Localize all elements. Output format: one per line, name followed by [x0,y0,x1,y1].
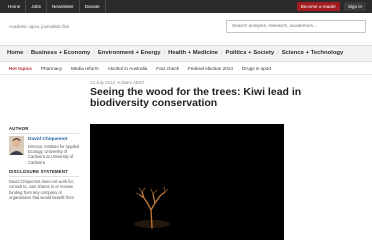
main-nav-health-medicine[interactable]: Health + Medicine [165,46,221,61]
site-tagline: Academic rigour, journalistic flair [9,24,70,29]
top-nav-jobs[interactable]: Jobs [26,0,47,13]
account-actions: Become a reader Sign in [296,2,366,11]
author-name-link[interactable]: David Chiquemot [28,137,67,142]
hot-topics-bar: Hot topics Pharmacy Media reform Alcohol… [0,62,372,75]
tree-night-image [90,124,284,240]
main-nav-science-technology[interactable]: Science + Technology [279,46,347,61]
hot-topic-pharmacy[interactable]: Pharmacy [41,62,62,74]
become-reader-button[interactable]: Become a reader [296,2,340,11]
main-nav-environment-energy[interactable]: Environment + Energy [95,46,164,61]
top-nav-donate[interactable]: Donate [80,0,106,13]
hot-topic-media-reform[interactable]: Media reform [71,62,99,74]
hot-topic-fact-check[interactable]: Fact check [156,62,179,74]
sign-in-button[interactable]: Sign in [343,2,366,11]
search-input[interactable] [226,20,366,33]
hot-topics-label: Hot topics [9,66,32,71]
author-avatar[interactable] [9,136,24,155]
top-bar: Home Jobs Newsletter Donate Become a rea… [0,0,372,13]
main-nav-home[interactable]: Home [4,46,26,61]
article-dateline: 13 July 2012, 6.25am AEST [90,80,145,85]
article-photo [90,124,284,240]
hot-topic-alcohol[interactable]: Alcohol in Australia [108,62,148,74]
main-nav-business-economy[interactable]: Business + Economy [28,46,93,61]
main-nav: Home | Business + Economy | Environment … [0,45,372,62]
hot-topic-drugs-in-sport[interactable]: Drugs in sport [242,62,271,74]
disclosure-statement: David Chiquemot does not work for, consu… [9,179,74,201]
top-nav-home[interactable]: Home [0,0,27,13]
disclosure-heading: DISCLOSURE STATEMENT [9,169,79,177]
author-heading: AUTHOR [9,126,79,134]
author-photo-icon [9,136,24,155]
top-nav: Home Jobs Newsletter Donate [0,0,106,13]
hot-topic-federal-election[interactable]: Federal election 2013 [188,62,233,74]
main-nav-politics-society[interactable]: Politics + Society [223,46,278,61]
article-title: Seeing the wood for the trees: Kiwi lead… [90,86,302,109]
author-role: Director, Institute for Applied Ecology,… [28,144,80,165]
top-nav-newsletter[interactable]: Newsletter [47,0,80,13]
